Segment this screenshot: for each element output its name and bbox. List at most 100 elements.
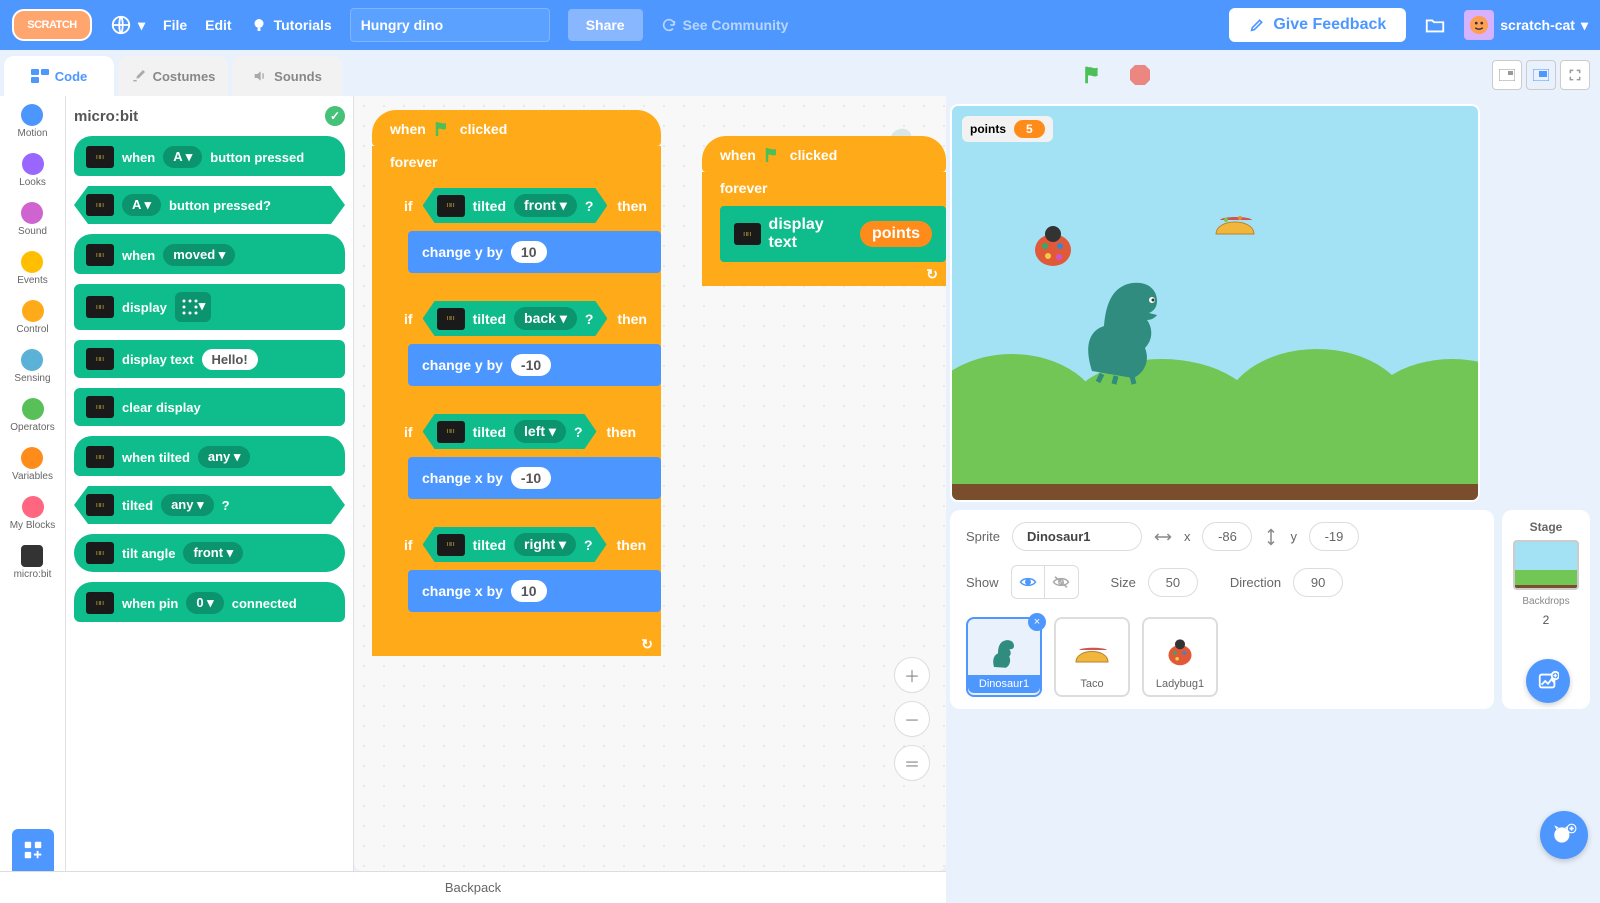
condition-tilted-left[interactable]: ∷∷tiltedleft ▾? (423, 414, 597, 449)
y-label: y (1290, 529, 1297, 544)
microbit-icon: ∷∷ (86, 592, 114, 614)
block-when-flag-clicked[interactable]: whenclicked (372, 110, 661, 146)
language-menu[interactable]: ▾ (110, 14, 145, 36)
category-variables[interactable]: Variables (12, 447, 53, 482)
zoom-in-button[interactable]: ＋ (894, 657, 930, 693)
category-sound[interactable]: Sound (18, 202, 47, 237)
block-when-tilted[interactable]: ∷∷when tiltedany ▾ (74, 436, 345, 476)
category-microbit[interactable]: micro:bit (14, 545, 52, 580)
block-when-pin-connected[interactable]: ∷∷when pin0 ▾connected (74, 582, 345, 622)
delete-sprite-button[interactable]: × (1028, 613, 1046, 631)
hide-button[interactable] (1045, 565, 1079, 599)
microbit-icon: ∷∷ (86, 494, 114, 516)
category-events[interactable]: Events (17, 251, 48, 286)
scripts-workspace[interactable]: whenclicked forever if∷∷tiltedfront ▾?th… (354, 96, 946, 871)
sprite-dinosaur[interactable] (1072, 276, 1192, 386)
sprite-tile-dinosaur[interactable]: × Dinosaur1 (966, 617, 1042, 697)
backdrop-grass (952, 360, 1478, 500)
block-tilted[interactable]: ∷∷tiltedany ▾? (74, 486, 345, 524)
block-clear-display[interactable]: ∷∷clear display (74, 388, 345, 426)
account-menu[interactable]: scratch-cat ▾ (1464, 10, 1588, 40)
block-display[interactable]: ∷∷display ▾ (74, 284, 345, 330)
block-forever[interactable]: forever (702, 172, 946, 204)
category-operators[interactable]: Operators (10, 398, 54, 433)
tutorials-button[interactable]: Tutorials (250, 16, 332, 34)
stage[interactable]: points 5 (950, 104, 1480, 502)
show-label: Show (966, 575, 999, 590)
sprite-tile-ladybug[interactable]: Ladybug1 (1142, 617, 1218, 697)
category-myblocks[interactable]: My Blocks (10, 496, 56, 531)
block-change-y[interactable]: change y by10 (408, 231, 661, 273)
stage-thumbnail[interactable] (1513, 540, 1579, 590)
category-sensing[interactable]: Sensing (14, 349, 50, 384)
script-1[interactable]: whenclicked forever if∷∷tiltedfront ▾?th… (372, 110, 661, 656)
loop-icon: ↻ (926, 266, 938, 283)
block-if-2[interactable]: if∷∷tiltedback ▾?then change y by-10 (390, 293, 661, 406)
zoom-reset-button[interactable]: ＝ (894, 745, 930, 781)
sprite-x-input[interactable]: -86 (1202, 522, 1252, 551)
block-when-moved[interactable]: ∷∷whenmoved ▾ (74, 234, 345, 274)
fullscreen-button[interactable] (1560, 60, 1590, 90)
cat-plus-icon (1551, 822, 1577, 848)
variable-monitor-points[interactable]: points 5 (962, 116, 1053, 142)
give-feedback-button[interactable]: Give Feedback (1229, 8, 1406, 42)
category-motion[interactable]: Motion (17, 104, 47, 139)
block-display-text-var[interactable]: ∷∷display textpoints (720, 206, 946, 262)
block-display-text[interactable]: ∷∷display textHello! (74, 340, 345, 378)
green-flag-button[interactable] (1082, 64, 1104, 86)
microbit-icon: ∷∷ (86, 348, 114, 370)
sprite-tile-taco[interactable]: Taco (1054, 617, 1130, 697)
tab-sounds[interactable]: Sounds (232, 56, 342, 96)
block-if-4[interactable]: if∷∷tiltedright ▾?then change x by10 (390, 519, 661, 632)
block-if-3[interactable]: if∷∷tiltedleft ▾?then change x by-10 (390, 406, 661, 519)
project-title-input[interactable]: Hungry dino (350, 8, 550, 42)
stage-wrapper: points 5 (950, 104, 1590, 502)
block-tilt-angle[interactable]: ∷∷tilt anglefront ▾ (74, 534, 345, 572)
add-extension-button[interactable] (12, 829, 54, 871)
add-backdrop-button[interactable] (1526, 659, 1570, 703)
backpack[interactable]: Backpack (0, 871, 946, 903)
variable-points[interactable]: points (860, 221, 932, 247)
zoom-out-button[interactable]: － (894, 701, 930, 737)
sprite-size-input[interactable]: 50 (1148, 568, 1198, 597)
tab-costumes[interactable]: Costumes (118, 56, 228, 96)
sprite-list: × Dinosaur1 Taco Ladybug1 (966, 613, 1478, 697)
category-looks[interactable]: Looks (19, 153, 46, 188)
mystuff-button[interactable] (1424, 14, 1446, 36)
condition-tilted-back[interactable]: ∷∷tiltedback ▾? (423, 301, 608, 336)
block-button-pressed[interactable]: ∷∷A ▾button pressed? (74, 186, 345, 224)
sprite-taco[interactable] (1212, 206, 1258, 240)
stop-button[interactable] (1130, 65, 1150, 85)
tab-code[interactable]: Code (4, 56, 114, 96)
show-button[interactable] (1011, 565, 1045, 599)
block-change-x[interactable]: change x by-10 (408, 457, 661, 499)
small-stage-button[interactable] (1492, 60, 1522, 90)
condition-tilted-right[interactable]: ∷∷tiltedright ▾? (423, 527, 607, 562)
connected-icon: ✓ (325, 106, 345, 126)
eye-off-icon (1052, 575, 1070, 589)
block-if-1[interactable]: if∷∷tiltedfront ▾?then change y by10 (390, 180, 661, 293)
chevron-down-icon: ▾ (1581, 17, 1588, 34)
share-button[interactable]: Share (568, 9, 643, 41)
sprite-tile-label: Taco (1077, 675, 1106, 693)
large-stage-button[interactable] (1526, 60, 1556, 90)
matrix-icon[interactable]: ▾ (175, 292, 212, 322)
scratch-logo[interactable]: SCRATCH (12, 9, 92, 41)
sprite-y-input[interactable]: -19 (1309, 522, 1359, 551)
add-sprite-button[interactable] (1540, 811, 1588, 859)
file-menu[interactable]: File (163, 17, 187, 33)
script-2[interactable]: whenclicked forever ∷∷display textpoints… (702, 136, 946, 286)
block-when-flag-clicked[interactable]: whenclicked (702, 136, 946, 172)
sprite-ladybug[interactable] (1028, 222, 1078, 272)
see-community-button[interactable]: See Community (661, 17, 789, 33)
block-forever[interactable]: forever (372, 146, 661, 178)
edit-menu[interactable]: Edit (205, 17, 231, 33)
stage-selector[interactable]: Stage Backdrops 2 (1502, 510, 1590, 709)
sprite-direction-input[interactable]: 90 (1293, 568, 1343, 597)
block-when-button-pressed[interactable]: ∷∷whenA ▾button pressed (74, 136, 345, 176)
condition-tilted-front[interactable]: ∷∷tiltedfront ▾? (423, 188, 608, 223)
category-control[interactable]: Control (16, 300, 48, 335)
block-change-y[interactable]: change y by-10 (408, 344, 661, 386)
sprite-name-input[interactable]: Dinosaur1 (1012, 522, 1142, 551)
block-change-x[interactable]: change x by10 (408, 570, 661, 612)
